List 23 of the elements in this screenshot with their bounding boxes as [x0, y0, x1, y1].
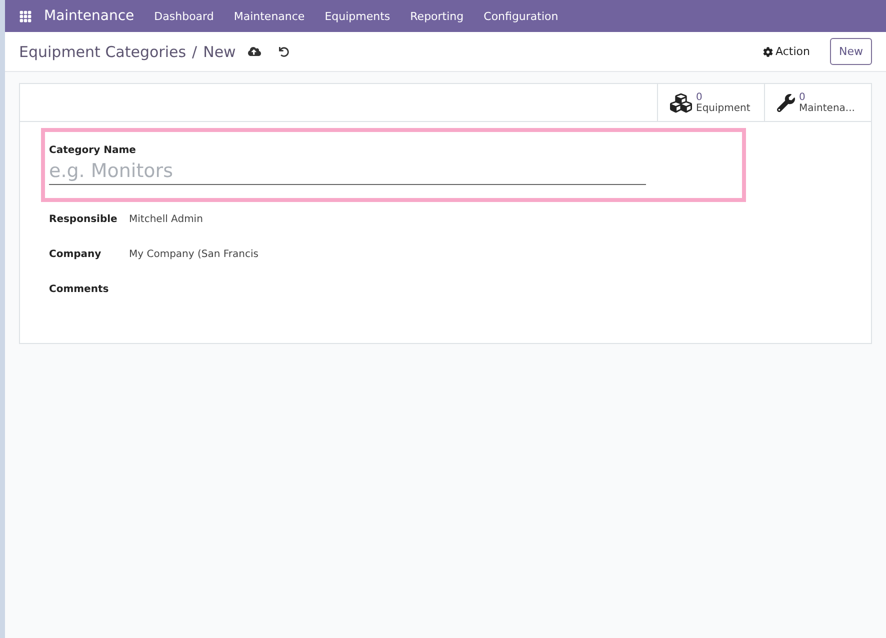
field-label: Comments	[49, 284, 110, 295]
save-button[interactable]	[248, 45, 261, 58]
field-value[interactable]: Mitchell Admin	[129, 214, 203, 225]
action-button[interactable]: Action	[756, 44, 816, 59]
nav-menu-item[interactable]: Configuration	[474, 10, 568, 22]
breadcrumb-current: New	[203, 42, 236, 60]
nav-menu-item[interactable]: Dashboard	[144, 10, 224, 22]
wrench-icon	[777, 94, 795, 112]
field-value[interactable]: My Company (San Francis	[129, 249, 258, 260]
field-label: Responsible	[49, 214, 118, 225]
nav-menu-item[interactable]: Equipments	[314, 10, 400, 22]
field-label: Category Name	[49, 145, 137, 156]
new-button[interactable]: New	[830, 38, 872, 65]
app-name[interactable]: Maintenance	[44, 8, 134, 24]
breadcrumb-separator: /	[192, 42, 198, 60]
cubes-icon	[670, 92, 692, 114]
nav-menu-item[interactable]: Maintenance	[224, 10, 315, 22]
discard-button[interactable]	[278, 46, 289, 56]
apps-menu-icon[interactable]	[19, 10, 32, 22]
nav-menu-item[interactable]: Reporting	[400, 10, 474, 22]
field-label: Company	[49, 249, 102, 260]
gear-icon	[762, 46, 773, 56]
breadcrumb-link[interactable]: Equipment Categories	[19, 42, 186, 60]
